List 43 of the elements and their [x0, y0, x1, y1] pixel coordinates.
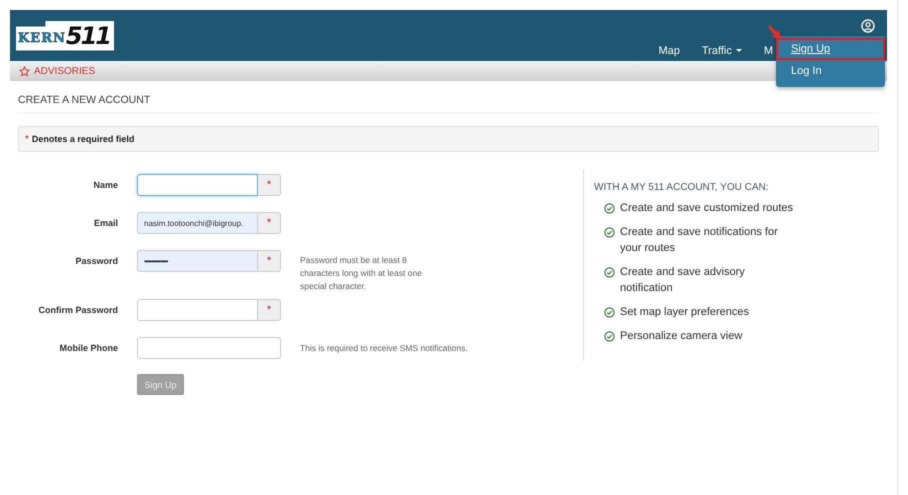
required-note-text: Denotes a required field	[32, 134, 134, 144]
input-field[interactable]: •••••••••••••	[137, 250, 258, 272]
caret-icon	[736, 49, 742, 53]
pointer-arrow-icon	[767, 24, 783, 40]
required-mark: *	[258, 212, 281, 234]
logo-number: 511	[66, 22, 110, 50]
input-field[interactable]	[137, 299, 258, 321]
nav-link[interactable]: M	[764, 45, 773, 57]
benefit-text: Personalize camera view	[620, 329, 742, 344]
logo[interactable]: KERN511	[16, 20, 114, 50]
star-icon	[19, 66, 30, 76]
field-hint: Password must be at least 8 characters long with at least one special character.	[300, 254, 423, 293]
input-field[interactable]: nasim.tootoonchi@ibigroup.	[137, 212, 258, 234]
check-circle-icon	[604, 203, 615, 214]
check-circle-icon	[604, 267, 615, 278]
menu-item[interactable]: Log In	[776, 60, 885, 82]
check-circle-icon	[604, 307, 615, 318]
benefit-text: Set map layer preferences	[620, 305, 750, 320]
input-field[interactable]	[137, 337, 281, 359]
advisories-link[interactable]: ADVISORIES	[34, 66, 96, 76]
required-mark: *	[258, 299, 281, 321]
benefit-text: Create and save customized routes	[620, 201, 794, 216]
check-circle-icon	[604, 331, 615, 342]
logo-word: KERN	[18, 31, 66, 46]
required-mark: *	[258, 174, 281, 196]
field-label: Email	[92, 217, 118, 228]
field-label: Mobile Phone	[58, 342, 118, 353]
required-mark: *	[258, 250, 281, 272]
nav-link[interactable]: Map	[658, 45, 680, 57]
input-field[interactable]	[137, 174, 258, 196]
benefit-text: Create and save notifications for your routes	[620, 225, 779, 256]
required-mark: *	[25, 134, 29, 144]
menu-item[interactable]: Sign Up	[776, 38, 885, 60]
page-title: CREATE A NEW ACCOUNT	[18, 81, 879, 113]
benefits-title: WITH A MY 511 ACCOUNT, YOU CAN:	[594, 182, 770, 193]
field-hint: This is required to receive SMS notifications.	[300, 342, 469, 355]
benefit-text: Create and save advisory notification	[620, 265, 746, 296]
field-label: Password	[74, 255, 118, 266]
field-label: Name	[92, 179, 118, 190]
check-circle-icon	[604, 227, 615, 238]
user-account-icon[interactable]	[861, 19, 875, 33]
field-label: Confirm Password	[37, 304, 118, 315]
nav-link[interactable]: Traffic	[702, 45, 742, 57]
